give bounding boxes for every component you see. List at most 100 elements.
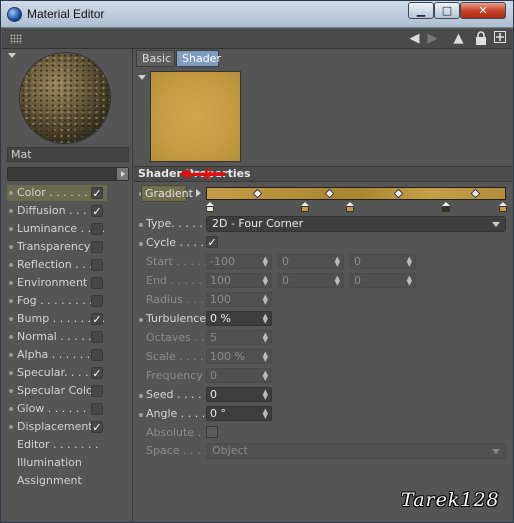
space-dropdown[interactable]: Object: [206, 443, 506, 459]
gradient-knot[interactable]: [393, 188, 404, 199]
gradient-bar[interactable]: [206, 187, 506, 200]
channel-checkbox[interactable]: ✓: [91, 187, 103, 199]
octaves-field[interactable]: 5 ▲ ▼: [206, 330, 272, 345]
material-app-icon: [7, 7, 22, 22]
channel-editor[interactable]: Editor . . . . . . .: [7, 437, 107, 453]
forward-arrow-icon[interactable]: ▶: [425, 31, 440, 46]
angle-label: Angle . . . . .: [146, 407, 213, 420]
channel-dot: [9, 299, 13, 303]
channel-checkbox[interactable]: [91, 241, 103, 253]
gradient-stop[interactable]: [499, 202, 507, 213]
channel-item[interactable]: Environment: [7, 275, 107, 291]
channel-panel: Mat Color . . . . . . ✓ Diffusion . . . . …: [2, 49, 133, 522]
end-row: End . . . . . . 100 ▲ ▼ 0 ▲ ▼ 0 ▲ ▼: [134, 273, 512, 290]
maximize-button[interactable]: □: [434, 2, 460, 19]
gradient-expand-icon[interactable]: [196, 189, 201, 197]
shader-preview-menu-icon[interactable]: [138, 75, 146, 80]
channel-checkbox[interactable]: [91, 403, 103, 415]
tab-basic[interactable]: Basic: [136, 50, 175, 67]
channel-checkbox[interactable]: [91, 223, 103, 235]
channel-checkbox[interactable]: [91, 331, 103, 343]
scroll-right-icon[interactable]: [116, 168, 128, 180]
tab-shader[interactable]: Shader: [176, 50, 221, 67]
start-x-field[interactable]: -100 ▲ ▼: [206, 254, 272, 269]
absolute-checkbox[interactable]: [206, 426, 218, 438]
turbulence-field[interactable]: 0 % ▲ ▼: [206, 311, 272, 326]
channel-checkbox[interactable]: [91, 277, 103, 289]
channel-dot: [9, 245, 13, 249]
channel-dot: [9, 317, 13, 321]
gradient-stop[interactable]: [442, 202, 450, 213]
gradient-stop[interactable]: [301, 202, 309, 213]
channel-item[interactable]: Displacement ✓: [7, 419, 107, 435]
preview-menu-icon[interactable]: [8, 53, 16, 58]
channel-checkbox[interactable]: ✓: [91, 205, 103, 217]
minimize-button[interactable]: ▁: [408, 2, 434, 19]
channel-item[interactable]: Transparency: [7, 239, 107, 255]
material-name-field[interactable]: Mat: [7, 147, 129, 162]
lock-icon[interactable]: [473, 31, 488, 46]
channel-checkbox[interactable]: ✓: [91, 367, 103, 379]
start-z-field[interactable]: 0 ▲ ▼: [350, 254, 416, 269]
angle-field[interactable]: 0 ° ▲ ▼: [206, 406, 272, 421]
channel-item[interactable]: Bump . . . . . . . . ✓: [7, 311, 107, 327]
radius-field[interactable]: 100 ▲ ▼: [206, 292, 272, 307]
channel-item[interactable]: Luminance . . . .: [7, 221, 107, 237]
gradient-stop[interactable]: [206, 202, 214, 213]
toolbar-grip-icon[interactable]: [10, 34, 22, 44]
scale-field[interactable]: 100 % ▲ ▼: [206, 349, 272, 364]
start-y-field[interactable]: 0 ▲ ▼: [278, 254, 344, 269]
seed-row: Seed . . . . . 0 ▲ ▼: [134, 387, 512, 404]
frequency-field[interactable]: 0 ▲ ▼: [206, 368, 272, 383]
back-arrow-icon[interactable]: ◀: [407, 31, 422, 46]
channel-dot: [9, 263, 13, 267]
end-x-field[interactable]: 100 ▲ ▼: [206, 273, 272, 288]
horizontal-scrollbar[interactable]: [7, 167, 129, 181]
channel-item[interactable]: Color . . . . . . ✓: [7, 185, 107, 201]
channel-item[interactable]: Diffusion . . . . . ✓: [7, 203, 107, 219]
cycle-checkbox[interactable]: ✓: [206, 236, 218, 248]
channel-checkbox[interactable]: [91, 295, 103, 307]
channel-label: Transparency: [17, 240, 91, 253]
absolute-label: Absolute . .: [146, 426, 209, 439]
channel-illumination[interactable]: Illumination: [7, 455, 107, 471]
channel-dot: [9, 389, 13, 393]
seed-field[interactable]: 0 ▲ ▼: [206, 387, 272, 402]
radius-row: Radius . . . . 100 ▲ ▼: [134, 292, 512, 309]
channel-item[interactable]: Specular Color: [7, 383, 107, 399]
gradient-knot[interactable]: [470, 188, 481, 199]
channel-checkbox[interactable]: [91, 385, 103, 397]
type-dropdown[interactable]: 2D - Four Corner: [206, 216, 506, 232]
title-bar[interactable]: Material Editor ▁ □ ✕: [1, 1, 513, 28]
seed-label: Seed . . . . .: [146, 388, 209, 401]
material-preview[interactable]: [8, 49, 128, 149]
gradient-row: Gradient: [134, 185, 512, 215]
octaves-row: Octaves . . . 5 ▲ ▼: [134, 330, 512, 347]
channel-dot: [9, 209, 13, 213]
seed-dot: [139, 394, 143, 398]
channel-checkbox[interactable]: ✓: [91, 421, 103, 433]
channel-item[interactable]: Alpha . . . . . . .: [7, 347, 107, 363]
channel-checkbox[interactable]: [91, 259, 103, 271]
channel-item[interactable]: Normal . . . . . .: [7, 329, 107, 345]
channel-assignment[interactable]: Assignment: [7, 473, 107, 489]
up-arrow-icon[interactable]: ▲: [451, 31, 466, 46]
new-window-icon[interactable]: [492, 31, 507, 46]
end-y-field[interactable]: 0 ▲ ▼: [278, 273, 344, 288]
channel-item[interactable]: Specular. . . . . . ✓: [7, 365, 107, 381]
octaves-label: Octaves . . .: [146, 331, 212, 344]
channel-checkbox[interactable]: [91, 349, 103, 361]
close-button[interactable]: ✕: [460, 2, 506, 19]
channel-item[interactable]: Glow . . . . . . . .: [7, 401, 107, 417]
gradient-knot[interactable]: [324, 188, 335, 199]
channel-item[interactable]: Reflection . . . .: [7, 257, 107, 273]
gradient-knot[interactable]: [252, 188, 263, 199]
type-row: Type. . . . . 2D - Four Corner: [134, 216, 512, 233]
channel-label: Normal . . . . . .: [17, 330, 99, 343]
channel-checkbox[interactable]: ✓: [91, 313, 103, 325]
gradient-stop[interactable]: [346, 202, 354, 213]
end-z-field[interactable]: 0 ▲ ▼: [350, 273, 416, 288]
radius-label: Radius . . . .: [146, 293, 211, 306]
channel-label: Color . . . . . .: [17, 186, 88, 199]
channel-item[interactable]: Fog . . . . . . . . .: [7, 293, 107, 309]
